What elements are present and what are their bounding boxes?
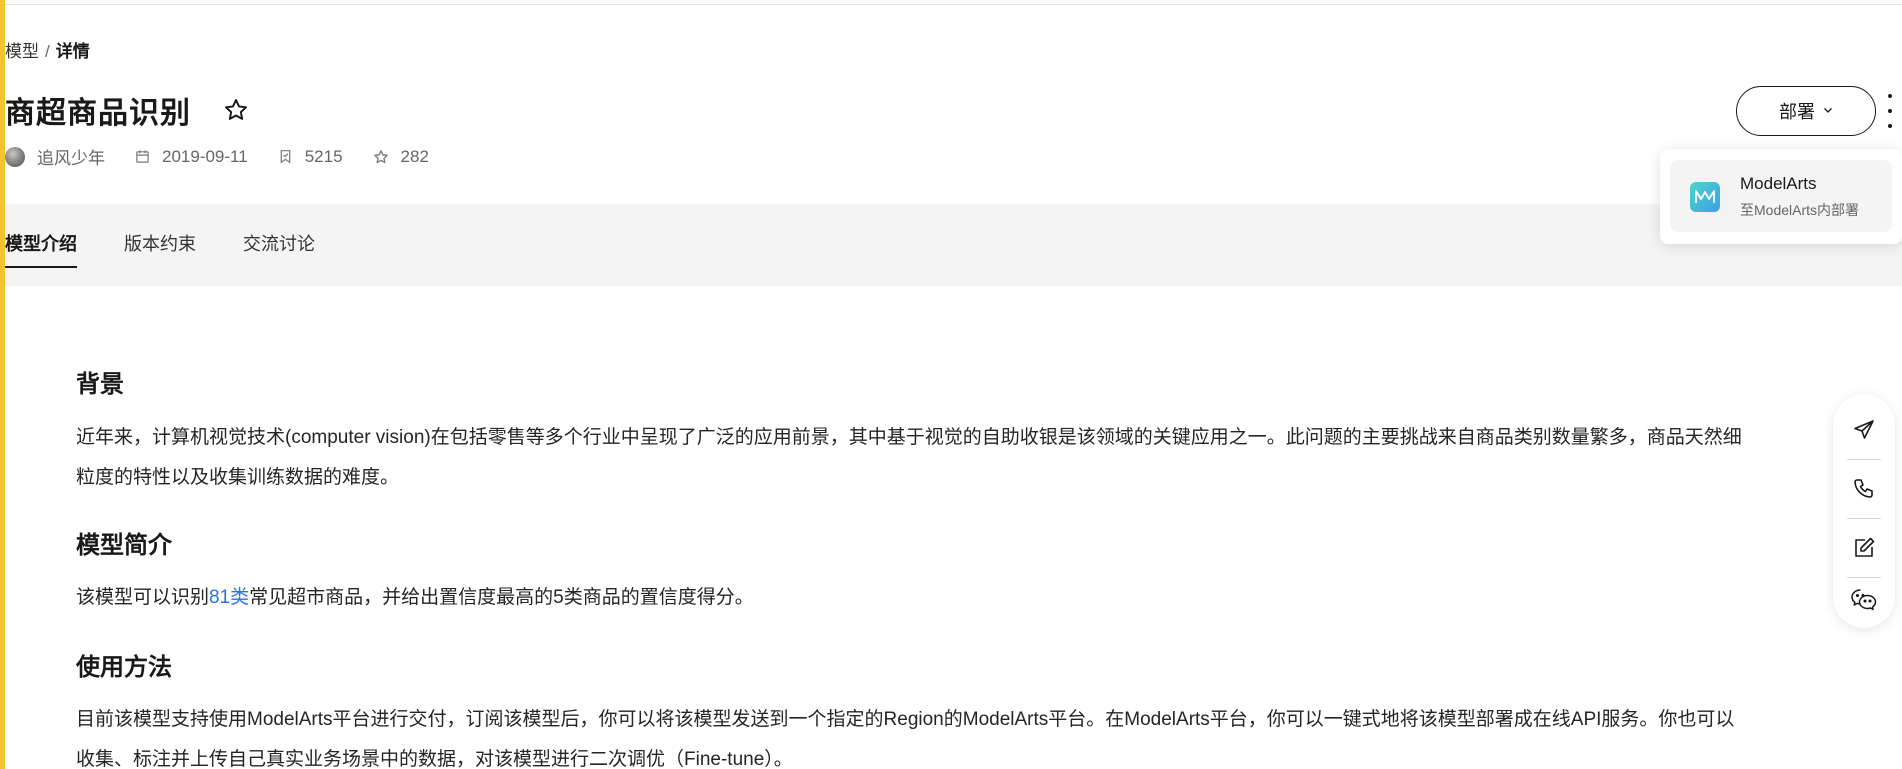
breadcrumb: 模型 / 详情 — [5, 37, 90, 62]
author-info: 追风少年 — [5, 144, 105, 169]
dropdown-item-title: ModelArts — [1740, 174, 1817, 193]
chevron-down-icon — [1823, 105, 1833, 117]
edit-icon[interactable] — [1833, 519, 1895, 577]
tab-discussion[interactable]: 交流讨论 — [243, 230, 315, 266]
tabs-bar: 模型介绍 版本约束 交流讨论 — [5, 204, 1902, 286]
top-border — [0, 0, 1902, 5]
usage-paragraph: 目前该模型支持使用ModelArts平台进行交付，订阅该模型后，你可以将该模型发… — [76, 700, 1836, 769]
send-icon[interactable] — [1833, 401, 1895, 459]
favorite-count: 282 — [400, 146, 429, 166]
categories-link[interactable]: 81类 — [209, 587, 249, 608]
page-title: 商超商品识别 — [5, 97, 191, 130]
tab-version-constraints[interactable]: 版本约束 — [124, 230, 196, 266]
modelarts-logo-icon — [1690, 182, 1720, 212]
wechat-icon[interactable] — [1833, 570, 1895, 628]
calendar-icon — [135, 149, 150, 164]
favorites-info: 282 — [373, 147, 429, 167]
breadcrumb-separator: / — [45, 42, 50, 61]
usage-text-line2: 收集、标注并上传自己真实业务场景中的数据，对该模型进行二次调优（Fine-tun… — [76, 749, 793, 769]
tab-model-intro[interactable]: 模型介绍 — [5, 230, 77, 268]
avatar — [5, 146, 25, 167]
background-paragraph: 近年来，计算机视觉技术(computer vision)在包括零售等多个行业中呈… — [76, 418, 1836, 498]
star-outline-icon — [373, 149, 389, 165]
date-info: 2019-09-11 — [135, 147, 248, 167]
deploy-dropdown: ModelArts 至ModelArts内部署 — [1660, 149, 1902, 244]
deploy-label: 部署 — [1779, 102, 1815, 122]
title-row: 商超商品识别 — [5, 88, 251, 132]
subscription-count: 5215 — [304, 146, 343, 166]
section-heading-background: 背景 — [76, 371, 124, 398]
usage-section: 使用方法 — [76, 647, 1836, 682]
section-heading-intro: 模型简介 — [76, 532, 172, 559]
intro-text-suffix: 常见超市商品，并给出置信度最高的5类商品的置信度得分。 — [249, 587, 754, 608]
intro-text-prefix: 该模型可以识别 — [76, 587, 210, 608]
content-body: 背景 — [76, 364, 1836, 399]
favorite-star-icon[interactable] — [223, 96, 251, 124]
breadcrumb-parent-link[interactable]: 模型 — [5, 42, 39, 61]
intro-paragraph: 该模型可以识别81类常见超市商品，并给出置信度最高的5类商品的置信度得分。 — [76, 578, 1836, 618]
dropdown-item-modelarts[interactable]: ModelArts 至ModelArts内部署 — [1670, 160, 1892, 232]
publish-date: 2019-09-11 — [162, 146, 248, 166]
section-heading-usage: 使用方法 — [76, 654, 172, 681]
usage-text-line1: 目前该模型支持使用ModelArts平台进行交付，订阅该模型后，你可以将该模型发… — [76, 709, 1735, 730]
bookmark-icon — [278, 149, 293, 164]
floating-toolbar — [1833, 394, 1895, 628]
meta-row: 追风少年 2019-09-11 5215 282 — [5, 144, 459, 169]
more-options-icon[interactable] — [1882, 94, 1898, 128]
subscriptions-info: 5215 — [278, 147, 343, 167]
background-text-line2: 粒度的特性以及收集训练数据的难度。 — [76, 467, 400, 488]
breadcrumb-current: 详情 — [55, 42, 90, 61]
intro-section: 模型简介 — [76, 525, 1836, 560]
background-text-line1: 近年来，计算机视觉技术(computer vision)在包括零售等多个行业中呈… — [76, 427, 1742, 448]
deploy-button[interactable]: 部署 — [1736, 86, 1876, 136]
phone-icon[interactable] — [1833, 460, 1895, 518]
dropdown-item-subtitle: 至ModelArts内部署 — [1740, 202, 1860, 218]
author-name: 追风少年 — [37, 149, 105, 168]
